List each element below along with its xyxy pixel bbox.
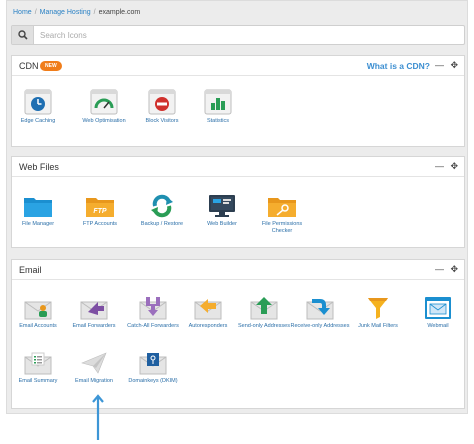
envelope-key-icon (139, 353, 167, 375)
tile-label: Email Migration (75, 378, 113, 384)
panel-title: Web Files (19, 162, 59, 172)
tile-edge-caching[interactable]: Edge Caching (8, 89, 68, 125)
search-icon[interactable] (12, 26, 34, 44)
tile-label: FTP Accounts (82, 221, 118, 227)
tile-label: Web Builder (207, 221, 237, 227)
tile-label: Junk Mail Filters (358, 323, 398, 329)
tile-send-only-addresses[interactable]: Send-only Addresses (234, 296, 294, 330)
tile-label: File Permissions Checker (261, 221, 303, 234)
minimise-button[interactable]: — (435, 161, 444, 171)
hosting-dashboard: Home/Manage Hosting/example.com CDN NEW … (6, 0, 468, 414)
web-files-panel: Web Files — ✥ File Manager FTP FTP Accou… (11, 156, 465, 248)
minimise-button[interactable]: — (435, 60, 444, 70)
backup-icon (151, 194, 173, 218)
new-badge: NEW (40, 61, 62, 71)
tile-backup-restore[interactable]: Backup / Restore (132, 194, 192, 228)
tile-web-optimisation[interactable]: Web Optimisation (74, 89, 134, 125)
envelope-send-icon (250, 297, 278, 320)
folder-icon (24, 198, 52, 217)
tile-label: Backup / Restore (140, 221, 184, 227)
panel-title: CDN (19, 61, 39, 71)
cdn-panel: CDN NEW What is a CDN? — ✥ Edge Caching (11, 55, 465, 147)
block-icon (148, 89, 176, 115)
tile-email-summary[interactable]: Email Summary (8, 351, 68, 385)
breadcrumb-domain: example.com (98, 9, 141, 16)
pointer-arrow (92, 394, 104, 440)
tile-label: Domainkeys (DKIM) (128, 378, 178, 384)
move-handle[interactable]: ✥ (450, 264, 458, 274)
paper-plane-icon (81, 352, 107, 374)
tile-domainkeys[interactable]: Domainkeys (DKIM) (123, 351, 183, 385)
monitor-icon (209, 195, 235, 217)
gauge-icon (90, 89, 118, 115)
tile-webmail[interactable]: Webmail (408, 296, 468, 330)
tile-label: Autoresponders (188, 323, 228, 329)
breadcrumb-separator: / (93, 9, 96, 16)
tile-label: Email Accounts (19, 323, 57, 329)
panel-header: Email — ✥ (12, 260, 464, 280)
panel-title: Email (19, 265, 42, 275)
move-handle[interactable]: ✥ (450, 60, 458, 70)
move-handle[interactable]: ✥ (450, 161, 458, 171)
clock-icon (24, 89, 52, 115)
tile-label: File Manager (21, 221, 55, 227)
tile-web-builder[interactable]: Web Builder (192, 194, 252, 228)
tile-junk-mail-filters[interactable]: Junk Mail Filters (348, 296, 408, 330)
tile-email-forwarders[interactable]: Email Forwarders (64, 296, 124, 330)
envelope-catchall-icon (139, 297, 167, 320)
tile-label: Block Visitors (145, 118, 179, 124)
tile-email-accounts[interactable]: Email Accounts (8, 296, 68, 330)
email-panel: Email — ✥ Email Accounts Email Forwarder… (11, 259, 465, 409)
ftp-folder-icon: FTP (86, 198, 114, 217)
tile-statistics[interactable]: Statistics (188, 89, 248, 125)
tile-receive-only-addresses[interactable]: Receive-only Addresses (290, 296, 350, 330)
tile-label: Catch-All Forwarders (127, 323, 179, 329)
breadcrumb: Home / Manage Hosting / example.com (13, 9, 140, 16)
envelope-reply-icon (194, 299, 222, 320)
minimise-button[interactable]: — (435, 264, 444, 274)
tile-label: Send-only Addresses (238, 323, 290, 329)
envelope-receive-icon (306, 299, 334, 320)
tile-label: Receive-only Addresses (290, 323, 350, 329)
tile-label: Statistics (206, 118, 229, 124)
tile-label: Web Optimisation (82, 118, 126, 124)
tile-file-manager[interactable]: File Manager (8, 194, 68, 228)
tile-label: Email Forwarders (72, 323, 116, 329)
breadcrumb-home[interactable]: Home (13, 9, 32, 16)
tile-catch-all-forwarders[interactable]: Catch-All Forwarders (123, 296, 183, 330)
breadcrumb-separator: / (34, 9, 37, 16)
envelope-user-icon (24, 301, 52, 320)
tile-ftp-accounts[interactable]: FTP FTP Accounts (70, 194, 130, 228)
tile-label: Webmail (427, 323, 449, 329)
tile-file-permissions[interactable]: File Permissions Checker (252, 194, 312, 235)
webmail-icon (425, 297, 451, 319)
breadcrumb-hosting[interactable]: Manage Hosting (40, 9, 91, 16)
search-bar (11, 25, 465, 45)
search-input[interactable] (40, 28, 450, 42)
panel-header: CDN NEW What is a CDN? — ✥ (12, 56, 464, 76)
tile-label: Email Summary (18, 378, 58, 384)
key-folder-icon (268, 198, 296, 217)
funnel-icon (368, 298, 388, 319)
svg-text:FTP: FTP (93, 208, 107, 215)
tile-email-migration[interactable]: Email Migration (64, 351, 124, 385)
envelope-forward-icon (80, 301, 108, 320)
what-is-cdn-link[interactable]: What is a CDN? (367, 61, 430, 71)
tile-block-visitors[interactable]: Block Visitors (132, 89, 192, 125)
bar-chart-icon (204, 89, 232, 115)
envelope-list-icon (24, 352, 52, 375)
tile-label: Edge Caching (20, 118, 56, 124)
tile-autoresponders[interactable]: Autoresponders (178, 296, 238, 330)
panel-header: Web Files — ✥ (12, 157, 464, 177)
